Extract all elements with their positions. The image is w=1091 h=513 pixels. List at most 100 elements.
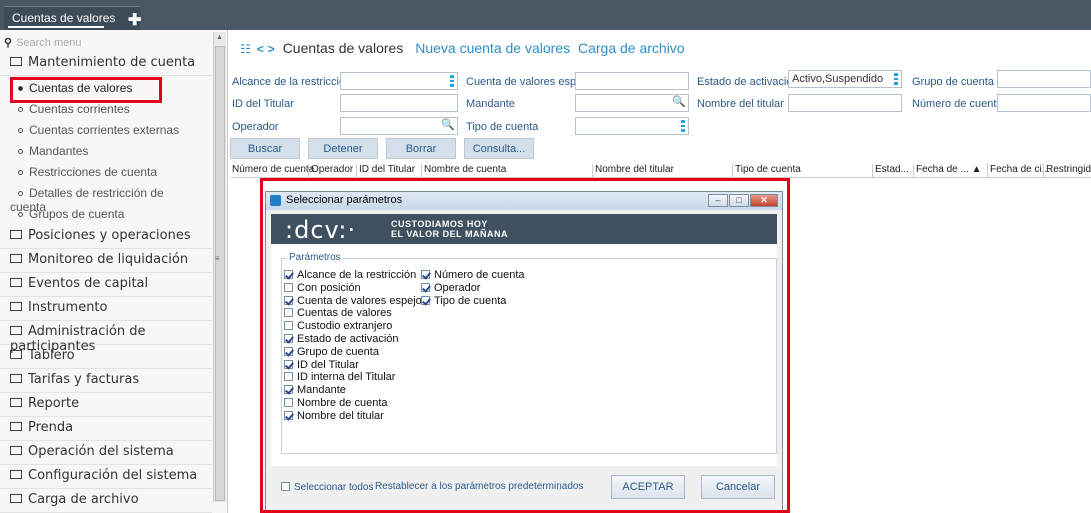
consulta-button[interactable]: Consulta...: [464, 138, 534, 159]
folder-icon: [10, 470, 22, 479]
espejo-input[interactable]: [575, 72, 689, 90]
sidebar-section-operacion[interactable]: Operación del sistema: [0, 441, 212, 465]
item-label: Cuentas corrientes externas: [29, 123, 180, 137]
scroll-up-icon[interactable]: ▲: [216, 34, 223, 41]
breadcrumb: ☷ < > Cuentas de valores Nueva cuenta de v…: [240, 40, 685, 56]
section-label: Carga de archivo: [28, 492, 139, 507]
column-nombre-cuenta[interactable]: Nombre de cuenta: [421, 164, 506, 178]
lookup-icon[interactable]: 🔍: [672, 95, 686, 108]
sidebar-item-grupos-de-cuenta[interactable]: Grupos de cuenta: [0, 204, 212, 225]
sidebar-section-administracion[interactable]: Administración de participantes: [0, 321, 212, 354]
section-label: Configuración del sistema: [28, 468, 198, 483]
column-fecha-apertura[interactable]: Fecha de ... ▲: [913, 164, 981, 178]
sidebar-scrollbar[interactable]: ▲ ≡: [213, 32, 226, 502]
sidebar-section-monitoreo[interactable]: Monitoreo de liquidación: [0, 249, 212, 273]
nombre-titular-input[interactable]: [788, 94, 902, 112]
folder-icon: [10, 254, 22, 263]
label-nombre-titular: Nombre del titular: [697, 98, 784, 110]
folder-icon: [10, 326, 22, 335]
dropdown-icon[interactable]: [450, 75, 454, 87]
sidebar-item-mandantes[interactable]: Mandantes: [0, 141, 212, 162]
folder-open-icon: [10, 57, 22, 66]
sidebar-section-prenda[interactable]: Prenda: [0, 417, 212, 441]
back-icon[interactable]: <: [257, 42, 264, 56]
column-operador[interactable]: Operador: [308, 164, 353, 178]
estado-select[interactable]: Activo,Suspendido: [788, 70, 902, 88]
dropdown-icon[interactable]: [894, 73, 898, 85]
label-grupo: Grupo de cuenta: [912, 76, 994, 88]
item-label: Cuentas corrientes: [29, 102, 130, 116]
scrollbar-thumb[interactable]: [215, 46, 225, 501]
forward-icon[interactable]: >: [268, 42, 275, 56]
section-label: Instrumento: [28, 300, 108, 315]
folder-icon: [10, 278, 22, 287]
bullet-icon: [18, 211, 23, 217]
item-label: Restricciones de cuenta: [29, 165, 158, 179]
folder-icon: [10, 494, 22, 503]
add-tab-icon[interactable]: ✚: [128, 10, 141, 30]
detener-button[interactable]: Detener: [308, 138, 378, 159]
section-label: Posiciones y operaciones: [28, 228, 191, 243]
item-label: Mandantes: [29, 144, 89, 158]
tipo-select[interactable]: [575, 117, 689, 135]
folder-icon: [10, 230, 22, 239]
sidebar-section-configuracion[interactable]: Configuración del sistema: [0, 465, 212, 489]
grupo-input[interactable]: [997, 70, 1091, 88]
section-label: Tablero: [28, 348, 75, 363]
sidebar-section-posiciones[interactable]: Posiciones y operaciones: [0, 225, 212, 249]
id-titular-input[interactable]: [340, 94, 458, 112]
operador-input[interactable]: 🔍: [340, 117, 458, 135]
folder-icon: [10, 422, 22, 431]
sidebar-section-reporte[interactable]: Reporte: [0, 393, 212, 417]
label-id-titular: ID del Titular: [232, 98, 294, 110]
section-label: Eventos de capital: [28, 276, 149, 291]
search-icon: ⚲: [4, 37, 13, 49]
sidebar-section-eventos[interactable]: Eventos de capital: [0, 273, 212, 297]
borrar-button[interactable]: Borrar: [386, 138, 456, 159]
column-nombre-titular[interactable]: Nombre del titular: [592, 164, 674, 178]
lookup-icon[interactable]: 🔍: [441, 118, 455, 131]
alcance-select[interactable]: [340, 72, 458, 90]
folder-icon: [10, 350, 22, 359]
column-fecha-cierre[interactable]: Fecha de ci...: [987, 164, 1050, 178]
column-id-titular[interactable]: ID del Titular: [356, 164, 415, 178]
new-account-link[interactable]: Nueva cuenta de valores: [415, 40, 570, 56]
sidebar-section-carga[interactable]: Carga de archivo: [0, 489, 212, 513]
bullet-icon: [18, 190, 23, 196]
highlight-box-sidebar: [10, 77, 162, 103]
sidebar-section-tarifas[interactable]: Tarifas y facturas: [0, 369, 212, 393]
item-label: Grupos de cuenta: [29, 207, 125, 221]
results-grid-header: Número de cuenta Operador ID del Titular…: [230, 162, 1091, 178]
column-numero-cuenta[interactable]: Número de cuenta: [230, 164, 314, 178]
sidebar-item-cuentas-corrientes-externas[interactable]: Cuentas corrientes externas: [0, 120, 212, 141]
numero-input[interactable]: [997, 94, 1091, 112]
column-restringido[interactable]: Restringido: [1043, 164, 1091, 178]
label-estado: Estado de activación: [697, 76, 799, 88]
tab-cuentas-de-valores[interactable]: Cuentas de valores ✚: [4, 6, 141, 30]
column-tipo-cuenta[interactable]: Tipo de cuenta: [732, 164, 801, 178]
file-upload-link[interactable]: Carga de archivo: [578, 40, 685, 56]
column-estado[interactable]: Estad...: [872, 164, 909, 178]
tab-active-indicator: [8, 26, 104, 28]
section-label: Operación del sistema: [28, 444, 174, 459]
sidebar-section-tablero[interactable]: Tablero: [0, 345, 212, 369]
sidebar-item-restricciones[interactable]: Restricciones de cuenta: [0, 162, 212, 183]
estado-value: Activo,Suspendido: [792, 73, 884, 85]
sidebar-section-instrumento[interactable]: Instrumento: [0, 297, 212, 321]
sidebar-item-detalles-restriccion[interactable]: Detalles de restricción de cuenta: [0, 183, 212, 214]
buscar-button[interactable]: Buscar: [230, 138, 300, 159]
bullet-icon: [18, 148, 23, 154]
bullet-icon: [18, 127, 23, 133]
sidebar-menu: ⚲ Search menu ▲ ≡ Mantenimiento de cuenta…: [0, 30, 228, 513]
label-mandante: Mandante: [466, 98, 515, 110]
dropdown-icon[interactable]: [681, 120, 685, 132]
top-tab-bar: Cuentas de valores ✚: [0, 0, 1091, 30]
mandante-input[interactable]: 🔍: [575, 94, 689, 112]
folder-icon: [10, 302, 22, 311]
hierarchy-icon[interactable]: ☷: [240, 42, 251, 56]
folder-icon: [10, 446, 22, 455]
search-menu-input[interactable]: ⚲ Search menu: [4, 36, 209, 52]
label-espejo: Cuenta de valores espejo: [466, 76, 591, 88]
sidebar-section-mantenimiento[interactable]: Mantenimiento de cuenta: [0, 52, 212, 76]
highlight-box-dialog: [260, 178, 790, 513]
